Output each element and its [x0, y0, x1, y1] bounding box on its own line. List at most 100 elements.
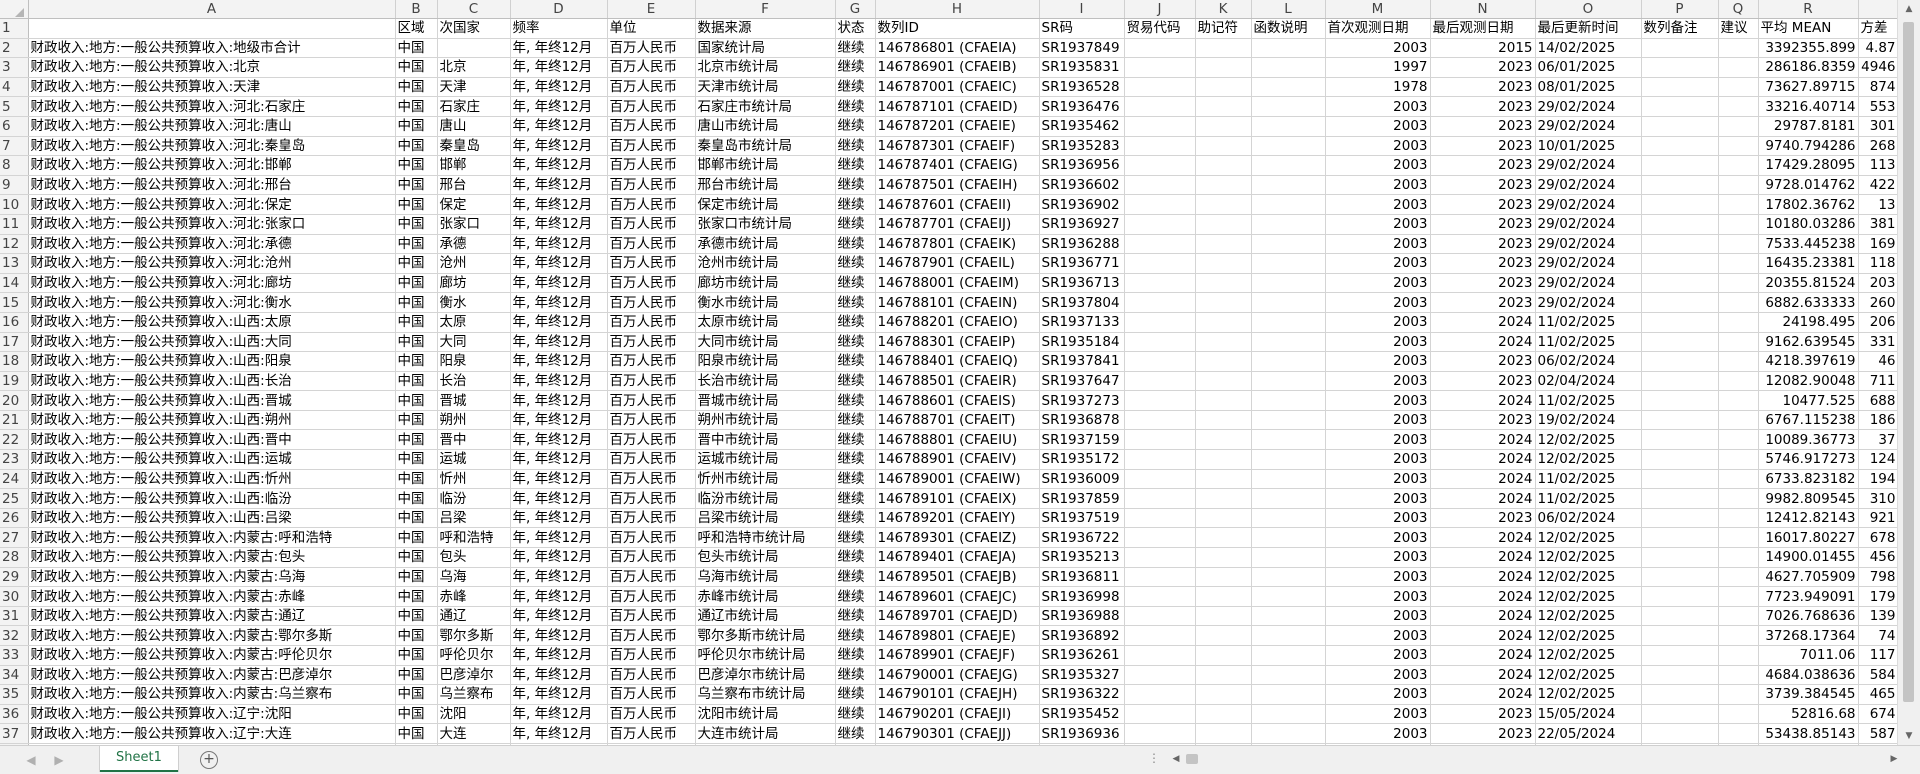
- cell[interactable]: 大连: [437, 723, 511, 744]
- cell[interactable]: 张家口: [437, 214, 511, 235]
- cell[interactable]: [1641, 371, 1719, 392]
- cell[interactable]: [1124, 214, 1196, 235]
- cell[interactable]: 邯郸市统计局: [695, 155, 836, 176]
- cell[interactable]: 继续: [835, 684, 876, 705]
- cell[interactable]: SR码: [1039, 18, 1125, 39]
- cell[interactable]: [1195, 723, 1252, 744]
- cell[interactable]: 次国家: [437, 18, 511, 39]
- cell[interactable]: SR1935327: [1039, 665, 1125, 686]
- cell[interactable]: 状态: [835, 18, 876, 39]
- cell[interactable]: [1641, 116, 1719, 137]
- cell[interactable]: 146787201 (CFAEIE): [875, 116, 1040, 137]
- cell[interactable]: 财政收入:地方:一般公共预算收入:辽宁:大连: [28, 723, 396, 744]
- cell[interactable]: 139: [1858, 606, 1898, 627]
- cell[interactable]: [1124, 606, 1196, 627]
- cell[interactable]: 2003: [1325, 429, 1431, 451]
- scroll-up-arrow-icon[interactable]: ▲: [1898, 0, 1920, 18]
- cell[interactable]: 12/02/2025: [1535, 645, 1642, 666]
- cell[interactable]: [1195, 371, 1252, 392]
- cell[interactable]: 587: [1858, 723, 1898, 744]
- column-header[interactable]: I: [1039, 0, 1125, 19]
- cell[interactable]: 年, 年终12月: [510, 684, 608, 705]
- cell[interactable]: [1195, 175, 1252, 196]
- cell[interactable]: 146788801 (CFAEIU): [875, 429, 1040, 451]
- cell[interactable]: 33216.40714: [1758, 96, 1859, 117]
- cell[interactable]: 包头: [437, 547, 511, 568]
- cell[interactable]: 年, 年终12月: [510, 214, 608, 235]
- cell[interactable]: [1641, 704, 1719, 725]
- cell[interactable]: [1195, 527, 1252, 549]
- cell[interactable]: 唐山市统计局: [695, 116, 836, 137]
- cell[interactable]: [1641, 136, 1719, 157]
- cell[interactable]: 太原: [437, 312, 511, 333]
- row-header[interactable]: 20: [0, 390, 29, 411]
- cell[interactable]: 12/02/2025: [1535, 449, 1642, 470]
- cell[interactable]: 百万人民币: [607, 625, 696, 646]
- cell[interactable]: 12/02/2025: [1535, 606, 1642, 627]
- cell[interactable]: 继续: [835, 155, 876, 176]
- cell[interactable]: [1718, 704, 1759, 725]
- cell[interactable]: [1195, 567, 1252, 588]
- cell[interactable]: 财政收入:地方:一般公共预算收入:山西:忻州: [28, 469, 396, 490]
- cell[interactable]: [1718, 547, 1759, 568]
- cell[interactable]: 2003: [1325, 332, 1431, 353]
- cell[interactable]: SR1937273: [1039, 390, 1125, 411]
- cell[interactable]: 2024: [1430, 606, 1536, 627]
- cell[interactable]: 08/01/2025: [1535, 77, 1642, 98]
- cell[interactable]: [1195, 312, 1252, 333]
- cell[interactable]: [1124, 645, 1196, 666]
- cell[interactable]: 146787501 (CFAEIH): [875, 175, 1040, 196]
- cell[interactable]: 天津: [437, 77, 511, 98]
- cell[interactable]: 146788601 (CFAEIS): [875, 390, 1040, 411]
- cell[interactable]: [1641, 665, 1719, 686]
- cell[interactable]: 沧州市统计局: [695, 253, 836, 274]
- cell[interactable]: [1251, 684, 1326, 705]
- cell[interactable]: 秦皇岛市统计局: [695, 136, 836, 157]
- cell[interactable]: 年, 年终12月: [510, 38, 608, 59]
- cell[interactable]: [1718, 665, 1759, 686]
- cell[interactable]: [1718, 606, 1759, 627]
- cell[interactable]: 财政收入:地方:一般公共预算收入:河北:唐山: [28, 116, 396, 137]
- cell[interactable]: 继续: [835, 469, 876, 490]
- cell[interactable]: 继续: [835, 116, 876, 137]
- cell[interactable]: [1251, 136, 1326, 157]
- cell[interactable]: [1124, 429, 1196, 451]
- cell[interactable]: [1718, 116, 1759, 137]
- cell[interactable]: 百万人民币: [607, 38, 696, 59]
- cell[interactable]: 146789001 (CFAEIW): [875, 469, 1040, 490]
- cell[interactable]: 太原市统计局: [695, 312, 836, 333]
- cell[interactable]: 146788901 (CFAEIV): [875, 449, 1040, 470]
- cell[interactable]: 2003: [1325, 38, 1431, 59]
- cell[interactable]: [1641, 351, 1719, 372]
- cell[interactable]: 财政收入:地方:一般公共预算收入:内蒙古:赤峰: [28, 586, 396, 607]
- cell[interactable]: 赤峰: [437, 586, 511, 607]
- cell[interactable]: [1251, 312, 1326, 333]
- cell[interactable]: 衡水: [437, 292, 511, 313]
- cell[interactable]: 146787901 (CFAEIL): [875, 253, 1040, 274]
- cell[interactable]: 2024: [1430, 449, 1536, 470]
- cell[interactable]: [1718, 194, 1759, 215]
- cell[interactable]: 2003: [1325, 547, 1431, 568]
- cell[interactable]: 146788101 (CFAEIN): [875, 292, 1040, 313]
- cell[interactable]: [1251, 704, 1326, 725]
- cell[interactable]: 廊坊市统计局: [695, 273, 836, 294]
- cell[interactable]: 年, 年终12月: [510, 253, 608, 274]
- cell[interactable]: [1124, 665, 1196, 686]
- cell[interactable]: 16435.23381: [1758, 253, 1859, 274]
- cell[interactable]: SR1937804: [1039, 292, 1125, 313]
- cell[interactable]: 邯郸: [437, 155, 511, 176]
- cell[interactable]: 长治市统计局: [695, 371, 836, 392]
- cell[interactable]: [1251, 332, 1326, 353]
- cell[interactable]: 146788401 (CFAEIQ): [875, 351, 1040, 372]
- cell[interactable]: 百万人民币: [607, 665, 696, 686]
- column-header[interactable]: B: [395, 0, 438, 19]
- cell[interactable]: 2023: [1430, 253, 1536, 274]
- cell[interactable]: 沧州: [437, 253, 511, 274]
- cell[interactable]: [1641, 567, 1719, 588]
- cell[interactable]: 继续: [835, 665, 876, 686]
- cell[interactable]: [1641, 508, 1719, 529]
- row-header[interactable]: 17: [0, 332, 29, 353]
- cell[interactable]: SR1936956: [1039, 155, 1125, 176]
- cell[interactable]: 17802.36762: [1758, 194, 1859, 215]
- cell[interactable]: 乌海: [437, 567, 511, 588]
